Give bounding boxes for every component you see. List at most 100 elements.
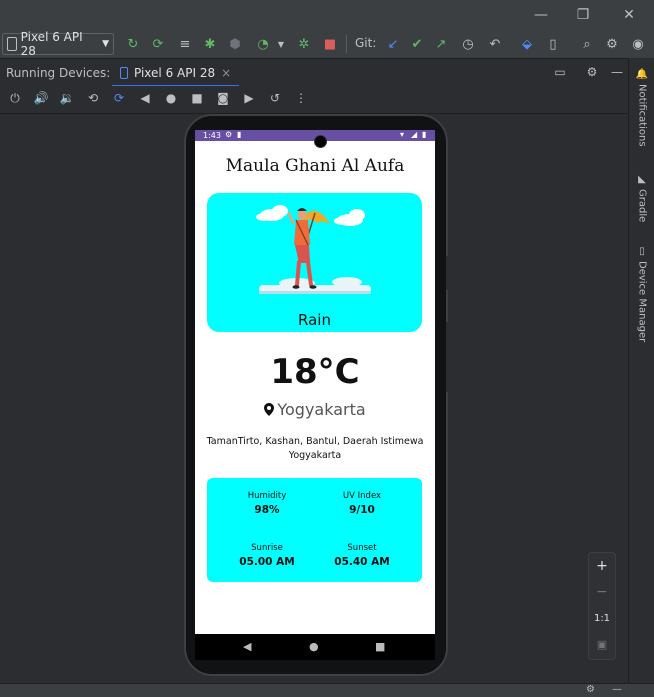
android-navigation-bar: ◀ ● ■ bbox=[195, 634, 435, 660]
bell-icon: 🔔 bbox=[636, 68, 648, 81]
device-mirror-icon[interactable]: ⬙ bbox=[518, 35, 536, 53]
git-update-icon[interactable]: ↙ bbox=[384, 35, 402, 53]
overview-icon[interactable]: ■ bbox=[189, 90, 205, 106]
status-settings-icon: ⚙ bbox=[225, 130, 233, 139]
apply-code-changes-icon[interactable]: ⟳ bbox=[149, 35, 167, 53]
nav-recents-icon[interactable]: ■ bbox=[375, 640, 385, 653]
screen-record-icon[interactable]: ▶ bbox=[241, 90, 257, 106]
right-tool-strip: 🔔 Notifications ◣ Gradle ▯ Device Manage… bbox=[628, 58, 654, 683]
uv-index-value: 9/10 bbox=[349, 504, 375, 516]
sync-gradle-icon[interactable]: ✲ bbox=[295, 35, 313, 53]
git-commit-icon[interactable]: ✔ bbox=[408, 35, 426, 53]
sunset-label: Sunset bbox=[347, 543, 377, 553]
more-options-icon[interactable]: ⋮ bbox=[293, 90, 309, 106]
snapshot-restore-icon[interactable]: ↺ bbox=[267, 90, 283, 106]
battery-icon: ▮ bbox=[422, 130, 427, 139]
device-selector[interactable]: Pixel 6 API 28 ▼ bbox=[2, 30, 114, 58]
profiler-icon[interactable]: ◔ bbox=[254, 35, 272, 53]
running-devices-header: Running Devices: Pixel 6 API 28 × ▭ ⚙ — bbox=[0, 58, 628, 87]
zoom-in-button[interactable]: + bbox=[592, 557, 612, 575]
bottom-settings-gear-icon[interactable]: ⚙ bbox=[586, 684, 595, 695]
device-manager-icon[interactable]: ▯ bbox=[544, 35, 562, 53]
minimize-window-button[interactable]: — bbox=[532, 6, 550, 24]
device-manager-label: Device Manager bbox=[636, 261, 648, 343]
tab-pixel-6-api-28[interactable]: Pixel 6 API 28 × bbox=[112, 59, 240, 87]
humidity-label: Humidity bbox=[247, 491, 287, 501]
apply-changes-restart-icon[interactable]: ↻ bbox=[124, 35, 142, 53]
back-icon[interactable]: ◀ bbox=[137, 90, 153, 106]
address: TamanTirto, Kashan, Bantul, Daerah Istim… bbox=[206, 436, 424, 461]
profiler-dropdown-icon[interactable]: ▼ bbox=[272, 35, 290, 53]
notifications-tool-button[interactable]: 🔔 Notifications bbox=[629, 68, 654, 160]
device-manager-phone-icon: ▯ bbox=[636, 246, 648, 257]
attach-debugger-icon[interactable]: ⬢ bbox=[226, 35, 244, 53]
rain-illustration bbox=[256, 205, 371, 294]
hide-panel-icon[interactable]: — bbox=[610, 65, 624, 79]
sunset-cell: Sunset 05.40 AM bbox=[314, 543, 410, 568]
sunset-value: 05.40 AM bbox=[334, 556, 390, 568]
city-name: Yogyakarta bbox=[277, 400, 366, 419]
phone-icon bbox=[7, 37, 17, 51]
zoom-fit-icon[interactable]: ▣ bbox=[592, 635, 612, 653]
git-label: Git: bbox=[355, 36, 377, 50]
main-toolbar: Pixel 6 API 28 ▼ ↻ ⟳ ≡ ✱ ⬢ ◔ ▼ ✲ ■ Git: … bbox=[0, 30, 654, 58]
tab-close-icon[interactable]: × bbox=[221, 66, 231, 80]
location-row: Yogyakarta bbox=[195, 400, 435, 419]
stop-icon[interactable]: ■ bbox=[321, 35, 339, 53]
phone-volume-key bbox=[446, 322, 450, 392]
gradle-label: Gradle bbox=[636, 189, 648, 223]
signal-icon: ◢ bbox=[411, 130, 418, 139]
app-title: Maula Ghani Al Aufa bbox=[225, 156, 405, 176]
weather-condition: Rain bbox=[298, 311, 331, 329]
window-title-bar: — ❐ ✕ bbox=[0, 0, 654, 30]
volume-up-icon[interactable]: 🔊 bbox=[33, 90, 49, 106]
tab-label: Pixel 6 API 28 bbox=[134, 66, 216, 80]
wifi-icon: ▾ bbox=[400, 130, 405, 139]
weather-card: Rain bbox=[207, 193, 422, 332]
panel-settings-gear-icon[interactable]: ⚙ bbox=[585, 65, 599, 79]
nav-home-icon[interactable]: ● bbox=[309, 640, 319, 653]
search-icon[interactable]: ⌕ bbox=[578, 35, 596, 53]
rotate-left-icon[interactable]: ⟲ bbox=[85, 90, 101, 106]
zoom-out-button[interactable]: − bbox=[592, 583, 612, 601]
status-bar: ⚙ — bbox=[0, 683, 654, 697]
window-layout-icon[interactable]: ▭ bbox=[553, 65, 567, 79]
running-devices-label: Running Devices: bbox=[6, 66, 111, 80]
account-icon[interactable]: ◉ bbox=[629, 35, 647, 53]
uv-index-cell: UV Index 9/10 bbox=[314, 491, 410, 516]
gradle-tool-button[interactable]: ◣ Gradle bbox=[629, 174, 654, 234]
temperature: 18°C bbox=[270, 352, 360, 392]
git-push-icon[interactable]: ↗ bbox=[432, 35, 450, 53]
power-icon[interactable]: ⏻ bbox=[7, 90, 23, 106]
notifications-label: Notifications bbox=[636, 84, 648, 147]
bottom-hide-icon[interactable]: — bbox=[612, 684, 622, 695]
device-selector-label: Pixel 6 API 28 bbox=[20, 30, 83, 58]
logcat-list-icon[interactable]: ≡ bbox=[176, 35, 194, 53]
settings-gear-icon[interactable]: ⚙ bbox=[603, 35, 621, 53]
restore-window-button[interactable]: ❐ bbox=[574, 6, 592, 24]
weather-details-card: Humidity 98% UV Index 9/10 Sunrise 05.00… bbox=[207, 478, 422, 582]
nav-back-icon[interactable]: ◀ bbox=[243, 640, 251, 653]
screenshot-camera-icon[interactable]: ◙ bbox=[215, 90, 231, 106]
close-window-button[interactable]: ✕ bbox=[620, 6, 638, 24]
git-rollback-icon[interactable]: ↶ bbox=[486, 35, 504, 53]
volume-down-icon[interactable]: 🔉 bbox=[59, 90, 75, 106]
phone-icon bbox=[120, 67, 128, 79]
front-camera bbox=[314, 135, 327, 148]
home-icon[interactable]: ● bbox=[163, 90, 179, 106]
rotate-right-icon[interactable]: ⟳ bbox=[111, 90, 127, 106]
debug-bug-icon[interactable]: ✱ bbox=[201, 35, 219, 53]
humidity-value: 98% bbox=[254, 504, 280, 516]
zoom-controls: + − 1:1 ▣ bbox=[588, 552, 616, 660]
chevron-down-icon: ▼ bbox=[102, 39, 109, 49]
git-history-icon[interactable]: ◷ bbox=[459, 35, 477, 53]
sunrise-label: Sunrise bbox=[251, 543, 283, 553]
zoom-actual-size-button[interactable]: 1:1 bbox=[592, 609, 612, 627]
status-time: 1:43 bbox=[203, 131, 221, 140]
sunrise-cell: Sunrise 05.00 AM bbox=[219, 543, 315, 568]
device-manager-tool-button[interactable]: ▯ Device Manager bbox=[629, 246, 654, 346]
phone-screen[interactable]: 1:43 ⚙ ▮ ▾ ◢ ▮ Maula Ghani Al Aufa Rain … bbox=[195, 130, 435, 660]
uv-index-label: UV Index bbox=[342, 491, 382, 501]
sunrise-value: 05.00 AM bbox=[239, 556, 295, 568]
location-pin-icon bbox=[264, 403, 275, 416]
